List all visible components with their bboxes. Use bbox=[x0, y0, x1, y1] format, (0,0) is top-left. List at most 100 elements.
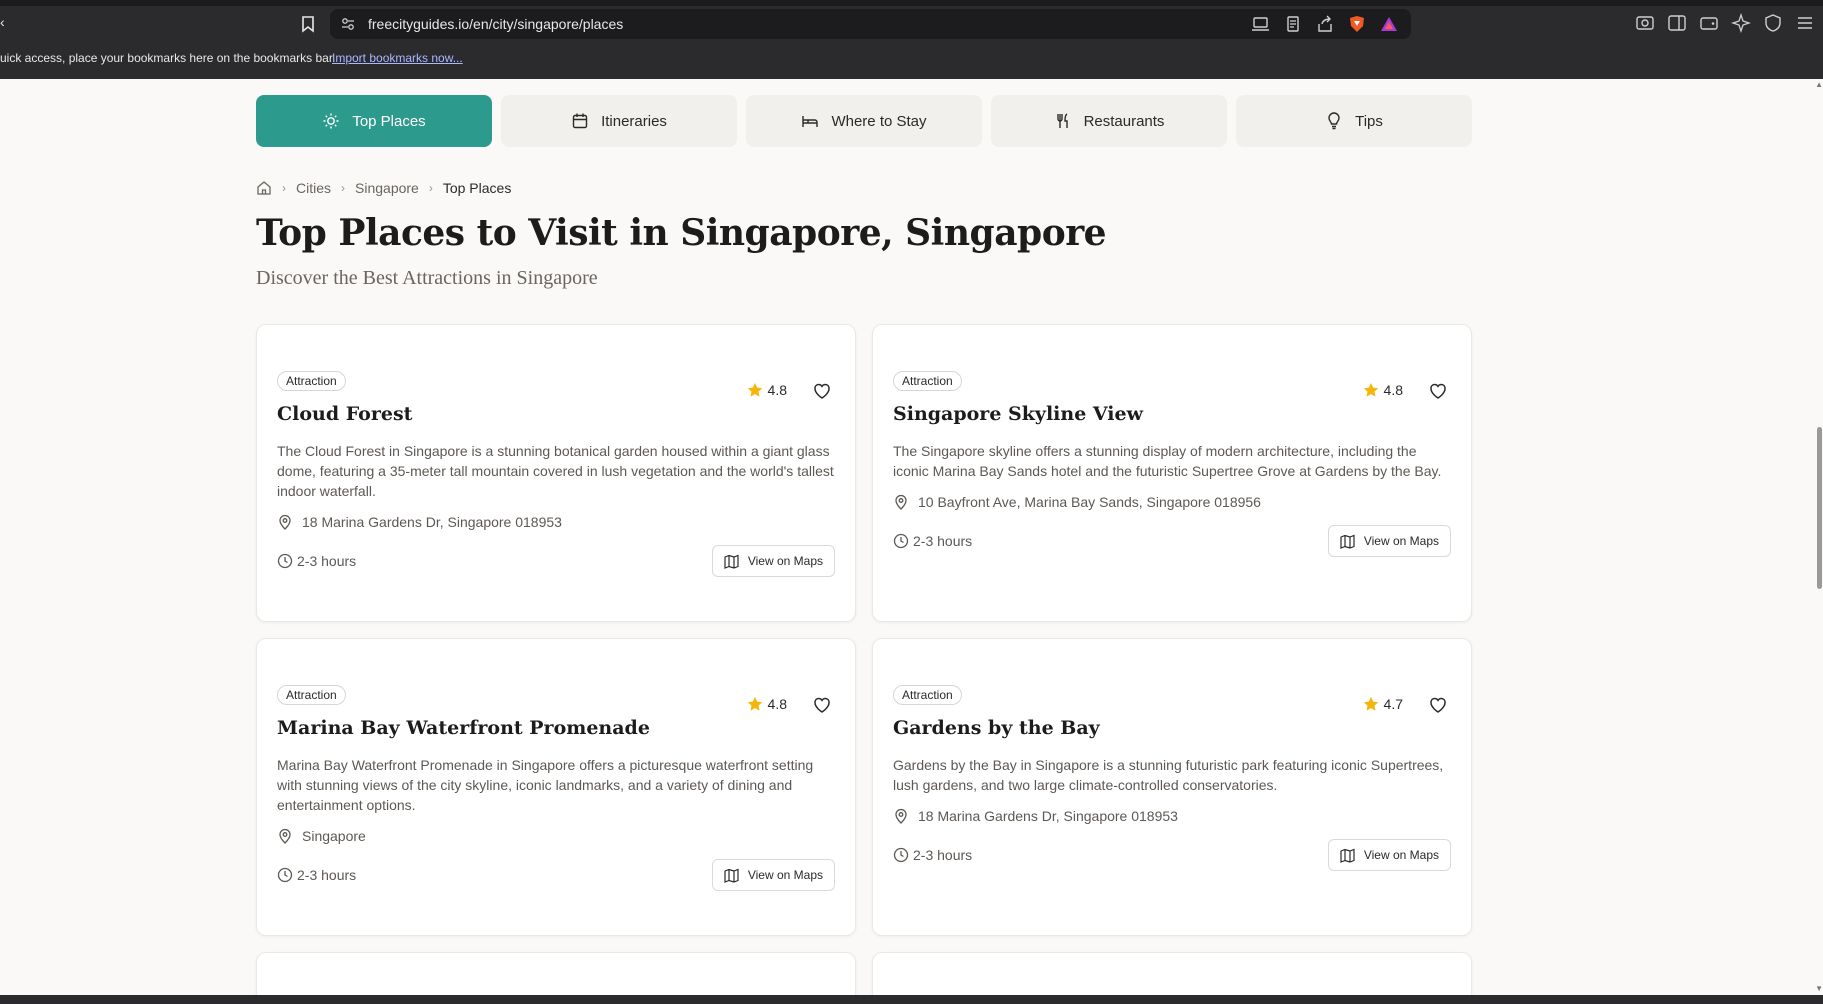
sun-icon bbox=[323, 113, 339, 129]
share-icon[interactable] bbox=[1315, 15, 1335, 33]
rating-value: 4.8 bbox=[1383, 382, 1403, 398]
maps-button-label: View on Maps bbox=[1363, 848, 1439, 862]
page-subtitle: Discover the Best Attractions in Singapo… bbox=[256, 267, 598, 289]
bed-icon bbox=[802, 116, 819, 127]
reader-mode-icon[interactable] bbox=[1283, 15, 1303, 33]
address-bar[interactable]: freecityguides.io/en/city/singapore/plac… bbox=[330, 9, 1411, 39]
tab-label: Itineraries bbox=[601, 112, 667, 130]
breadcrumb-city[interactable]: Singapore bbox=[355, 180, 419, 196]
heart-icon[interactable] bbox=[811, 694, 833, 716]
scrollbar-thumb[interactable] bbox=[1817, 427, 1822, 589]
window-bottom-edge bbox=[0, 995, 1823, 1004]
toolbar-right bbox=[1635, 13, 1815, 33]
rating: 4.7 bbox=[1363, 696, 1403, 712]
place-description: The Cloud Forest in Singapore is a stunn… bbox=[277, 443, 834, 499]
breadcrumb-current: Top Places bbox=[442, 180, 512, 196]
rating-value: 4.8 bbox=[767, 696, 787, 712]
back-icon[interactable]: ‹ bbox=[0, 14, 6, 30]
view-on-maps-button[interactable]: View on Maps bbox=[711, 859, 835, 891]
place-title[interactable]: Gardens by the Bay bbox=[893, 717, 1100, 739]
place-description: Gardens by the Bay in Singapore is a stu… bbox=[893, 757, 1444, 793]
import-bookmarks-link[interactable]: Import bookmarks now... bbox=[332, 51, 463, 65]
bookmarks-bar-message: uick access, place your bookmarks here o… bbox=[0, 51, 336, 65]
address-text: 10 Bayfront Ave, Marina Bay Sands, Singa… bbox=[918, 494, 1261, 510]
page-scrollbar[interactable] bbox=[1815, 79, 1823, 995]
place-address: Singapore bbox=[277, 828, 366, 844]
chevron-right-icon: › bbox=[428, 181, 433, 195]
place-address: 10 Bayfront Ave, Marina Bay Sands, Singa… bbox=[893, 494, 1261, 510]
tab-label: Top Places bbox=[352, 112, 426, 130]
rating-value: 4.8 bbox=[767, 382, 787, 398]
tab-label: Restaurants bbox=[1083, 112, 1165, 130]
tab-tips[interactable]: Tips bbox=[1236, 95, 1472, 147]
place-address: 18 Marina Gardens Dr, Singapore 018953 bbox=[277, 514, 562, 530]
lightbulb-icon bbox=[1328, 112, 1340, 130]
tab-label: Tips bbox=[1355, 112, 1383, 130]
wallet-icon[interactable] bbox=[1699, 13, 1719, 33]
menu-icon[interactable] bbox=[1795, 13, 1815, 33]
view-on-maps-button[interactable]: View on Maps bbox=[1327, 839, 1451, 871]
heart-icon[interactable] bbox=[811, 380, 833, 402]
home-icon[interactable] bbox=[256, 180, 272, 196]
heart-icon[interactable] bbox=[1427, 694, 1449, 716]
map-pin-icon bbox=[279, 514, 291, 530]
scroll-down-icon[interactable]: ▼ bbox=[1815, 984, 1823, 993]
duration-text: 2-3 hours bbox=[913, 533, 973, 549]
place-card: Attraction 4.8 Singapore Skyline View Th… bbox=[872, 324, 1472, 622]
sidebar-icon[interactable] bbox=[1667, 13, 1687, 33]
view-on-maps-button[interactable]: View on Maps bbox=[1327, 525, 1451, 557]
category-badge: Attraction bbox=[893, 685, 962, 705]
star-icon bbox=[747, 697, 762, 711]
leo-ai-icon[interactable] bbox=[1731, 13, 1751, 33]
clock-icon bbox=[893, 533, 909, 549]
rating-value: 4.7 bbox=[1383, 696, 1403, 712]
category-badge: Attraction bbox=[277, 371, 346, 391]
window-top-edge bbox=[0, 0, 1823, 6]
vpn-icon[interactable] bbox=[1763, 13, 1783, 33]
chevron-right-icon: › bbox=[282, 181, 286, 195]
place-duration: 2-3 hours bbox=[893, 533, 972, 549]
page-title: Top Places to Visit in Singapore, Singap… bbox=[256, 212, 1107, 254]
site-settings-icon[interactable] bbox=[340, 16, 356, 32]
category-badge: Attraction bbox=[893, 371, 962, 391]
duration-text: 2-3 hours bbox=[297, 553, 357, 569]
place-description: Marina Bay Waterfront Promenade in Singa… bbox=[277, 757, 814, 813]
bookmarks-bar: uick access, place your bookmarks here o… bbox=[0, 48, 1823, 70]
cast-icon[interactable] bbox=[1251, 15, 1271, 33]
rating: 4.8 bbox=[747, 382, 787, 398]
browser-chrome: ‹ freecityguides.io/en/city/singapore/pl… bbox=[0, 0, 1823, 79]
address-text: Singapore bbox=[302, 828, 366, 844]
screenshot-icon[interactable] bbox=[1635, 13, 1655, 33]
brave-rewards-icon[interactable] bbox=[1379, 15, 1399, 33]
map-icon bbox=[1340, 848, 1355, 863]
scroll-up-icon[interactable]: ▲ bbox=[1815, 80, 1823, 89]
star-icon bbox=[1363, 697, 1378, 711]
place-title[interactable]: Marina Bay Waterfront Promenade bbox=[277, 717, 650, 739]
brave-shields-icon[interactable] bbox=[1347, 15, 1367, 33]
place-title[interactable]: Cloud Forest bbox=[277, 403, 412, 425]
places-grid: Attraction 4.8 Cloud Forest The Cloud Fo… bbox=[256, 324, 1472, 1004]
category-badge: Attraction bbox=[277, 685, 346, 705]
place-card: Attraction 4.7 Gardens by the Bay Garden… bbox=[872, 638, 1472, 936]
url-text[interactable]: freecityguides.io/en/city/singapore/plac… bbox=[368, 16, 623, 32]
clock-icon bbox=[277, 553, 293, 569]
map-icon bbox=[724, 868, 739, 883]
view-on-maps-button[interactable]: View on Maps bbox=[711, 545, 835, 577]
tab-where-to-stay[interactable]: Where to Stay bbox=[746, 95, 982, 147]
chevron-right-icon: › bbox=[341, 181, 346, 195]
bookmark-icon[interactable] bbox=[298, 14, 318, 34]
breadcrumb-cities[interactable]: Cities bbox=[296, 180, 331, 196]
heart-icon[interactable] bbox=[1427, 380, 1449, 402]
maps-button-label: View on Maps bbox=[1363, 534, 1439, 548]
star-icon bbox=[1363, 383, 1378, 397]
tab-restaurants[interactable]: Restaurants bbox=[991, 95, 1227, 147]
calendar-icon bbox=[572, 113, 588, 129]
tab-top-places[interactable]: Top Places bbox=[256, 95, 492, 147]
duration-text: 2-3 hours bbox=[297, 867, 357, 883]
tab-itineraries[interactable]: Itineraries bbox=[501, 95, 737, 147]
place-title[interactable]: Singapore Skyline View bbox=[893, 403, 1143, 425]
place-duration: 2-3 hours bbox=[277, 867, 356, 883]
rating: 4.8 bbox=[1363, 382, 1403, 398]
map-icon bbox=[1340, 534, 1355, 549]
place-description: The Singapore skyline offers a stunning … bbox=[893, 443, 1442, 479]
